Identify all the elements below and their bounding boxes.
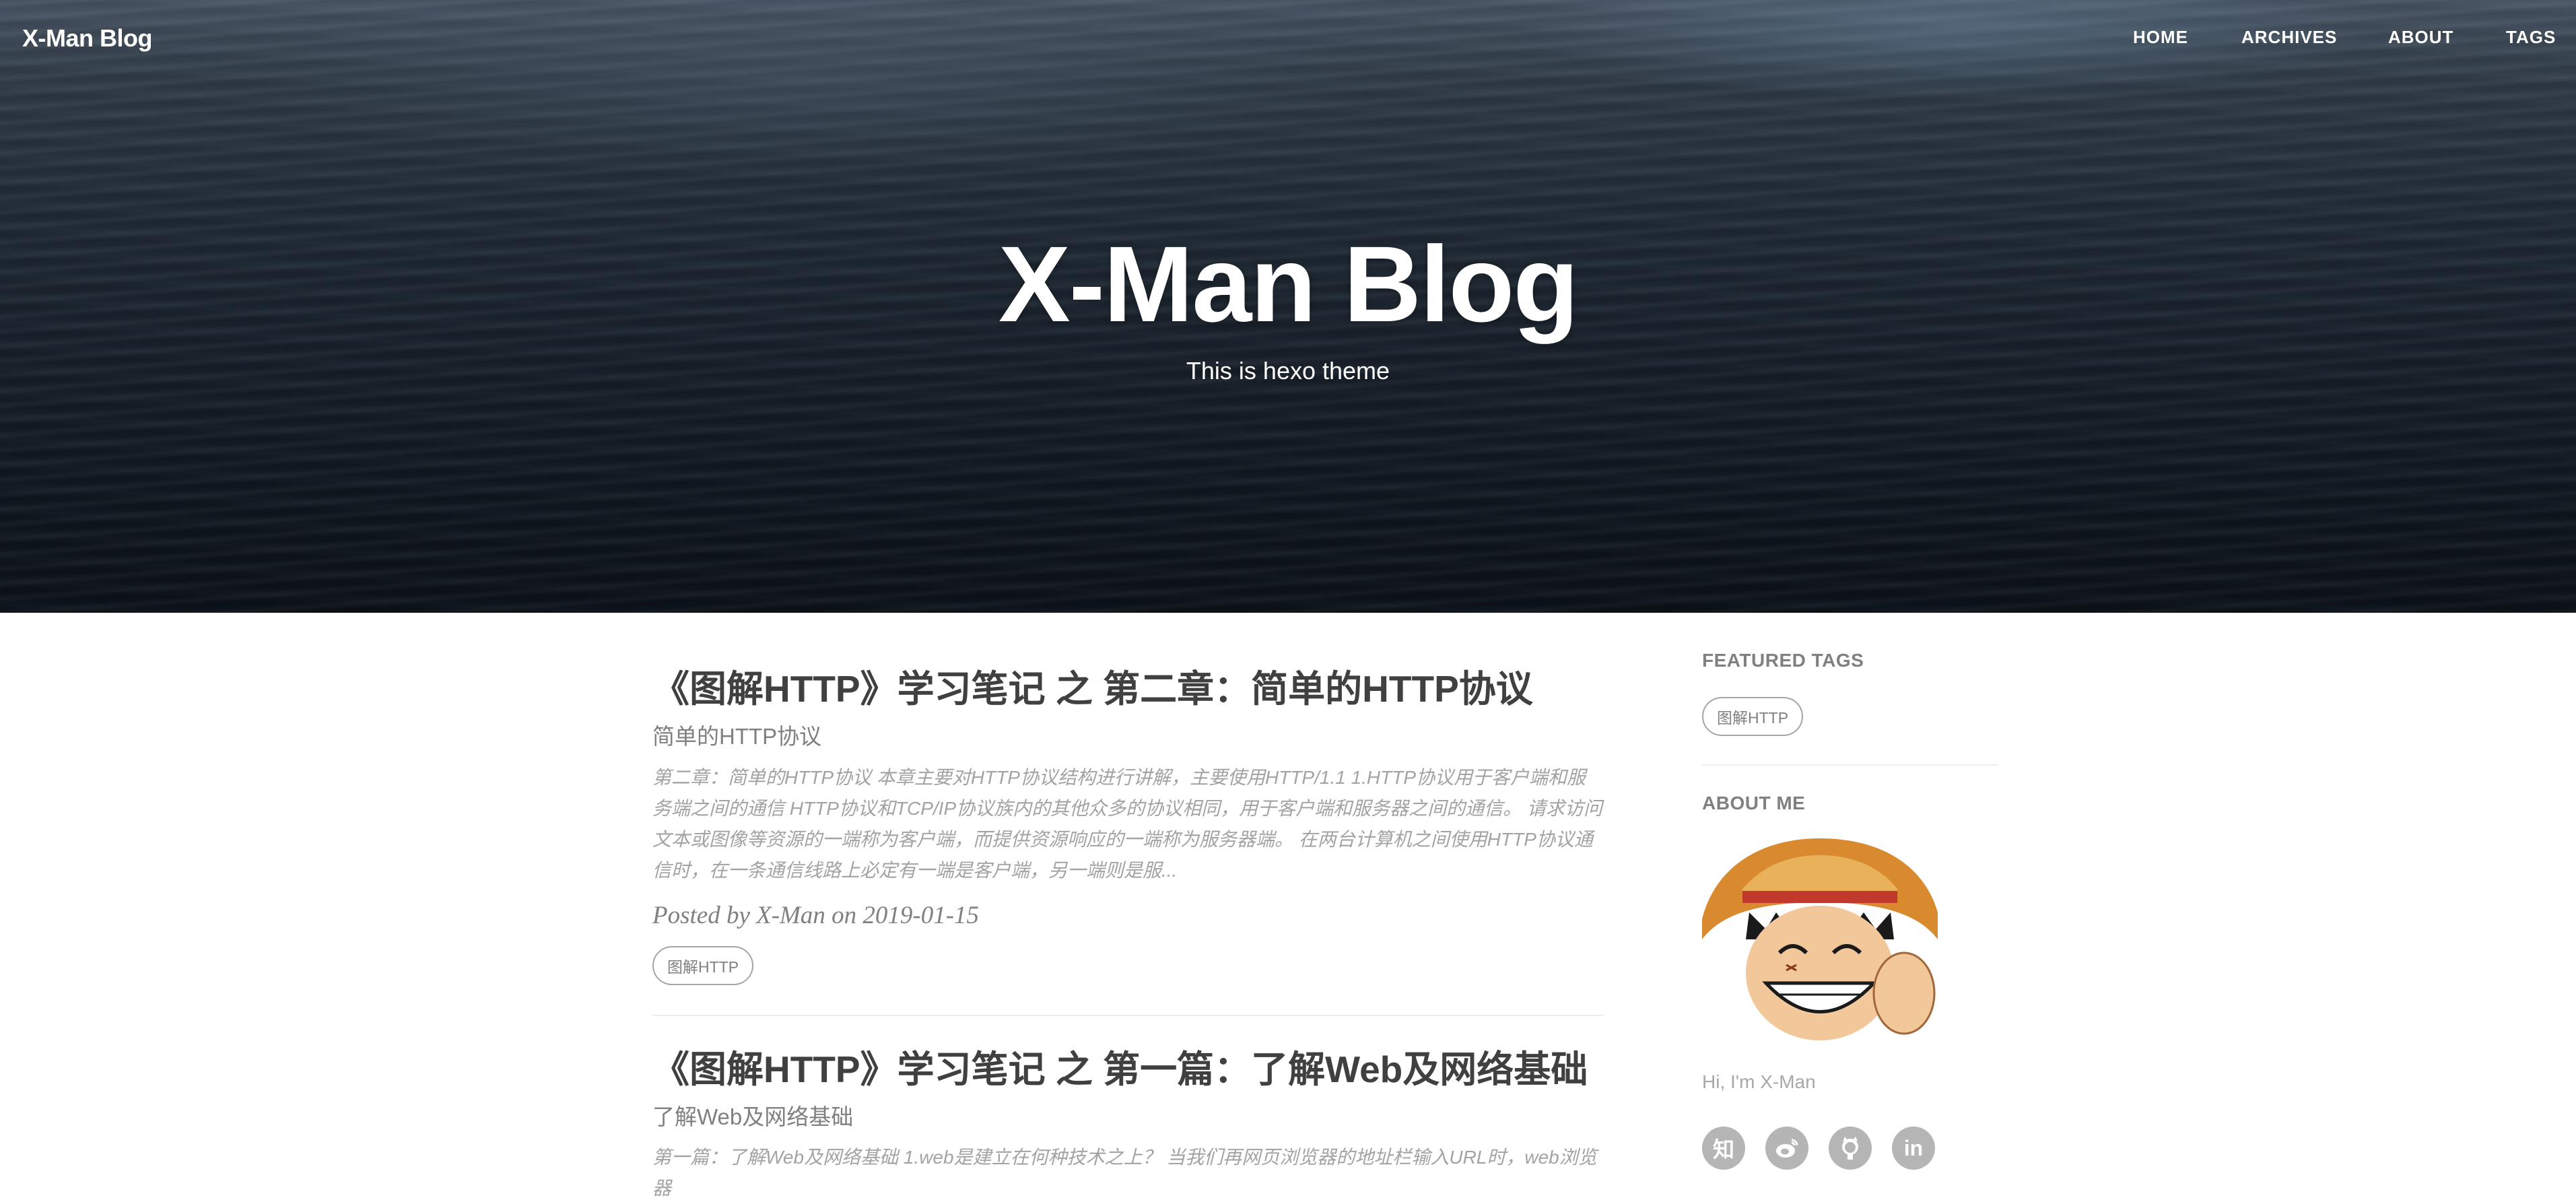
about-me-heading: ABOUT ME	[1702, 793, 1806, 813]
post-subtitle: 简单的HTTP协议	[652, 724, 822, 749]
avatar-illustration	[1702, 838, 1938, 1040]
about-greeting: Hi, I'm X-Man	[1702, 1071, 1816, 1092]
post-title-link[interactable]: 《图解HTTP》学习笔记 之 第一篇：了解Web及网络基础	[652, 1047, 1603, 1092]
featured-tag-chip[interactable]: 图解HTTP	[1702, 697, 1804, 736]
github-icon[interactable]	[1829, 1127, 1872, 1170]
nav-tags[interactable]: TAGS	[2506, 27, 2556, 48]
brand-link[interactable]: X-Man Blog	[22, 24, 152, 53]
sidebar: FEATURED TAGS 图解HTTP ABOUT ME Hi, I'm X-…	[1702, 650, 1998, 1170]
github-glyph-icon	[1842, 1137, 1858, 1160]
sidebar-divider	[1702, 764, 1998, 766]
featured-tags: 图解HTTP	[1702, 697, 1998, 736]
linkedin-icon[interactable]: in	[1892, 1127, 1935, 1170]
navbar: X-Man Blog HOME ARCHIVES ABOUT TAGS	[0, 0, 2576, 74]
post-tags: 图解HTTP	[652, 945, 1603, 985]
post-excerpt: 第二章：简单的HTTP协议 本章主要对HTTP协议结构进行讲解，主要使用HTTP…	[652, 766, 1602, 881]
weibo-icon[interactable]	[1765, 1127, 1808, 1170]
avatar	[1702, 838, 1938, 1040]
nav-about[interactable]: ABOUT	[2388, 27, 2453, 48]
post-title-link[interactable]: 《图解HTTP》学习笔记 之 第二章：简单的HTTP协议	[652, 667, 1603, 711]
hero-subtitle: This is hexo theme	[1186, 357, 1390, 384]
hero-title: X-Man Blog	[998, 224, 1579, 344]
post-divider	[652, 1014, 1603, 1016]
nav-home[interactable]: HOME	[2133, 27, 2188, 48]
tag-chip[interactable]: 图解HTTP	[652, 945, 754, 985]
post-preview: 《图解HTTP》学习笔记 之 第一篇：了解Web及网络基础 了解Web及网络基础…	[652, 1047, 1603, 1204]
social-links: 知 in	[1702, 1127, 1998, 1170]
nav-archives[interactable]: ARCHIVES	[2241, 27, 2337, 48]
post-excerpt: 第一篇：了解Web及网络基础 1.web是建立在何种技术之上？ 当我们再网页浏览…	[652, 1147, 1597, 1199]
post-meta: Posted by X-Man on 2019-01-15	[652, 901, 980, 929]
zhihu-icon[interactable]: 知	[1702, 1127, 1745, 1170]
post-subtitle: 了解Web及网络基础	[652, 1104, 854, 1129]
post-preview: 《图解HTTP》学习笔记 之 第二章：简单的HTTP协议 简单的HTTP协议 第…	[652, 667, 1603, 985]
post-list: 《图解HTTP》学习笔记 之 第二章：简单的HTTP协议 简单的HTTP协议 第…	[652, 667, 1603, 1204]
weibo-glyph-icon	[1776, 1139, 1798, 1158]
featured-tags-heading: FEATURED TAGS	[1702, 650, 1864, 671]
